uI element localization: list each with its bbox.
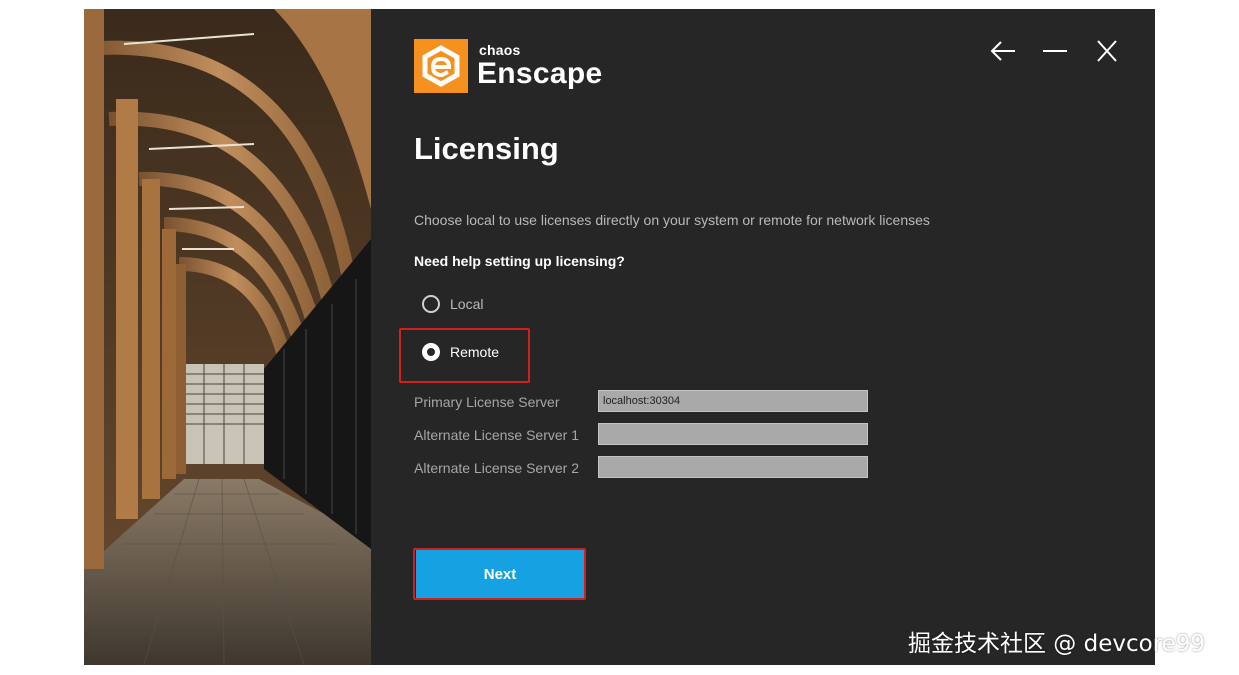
close-icon — [1092, 37, 1122, 65]
installer-window: chaos Enscape Licensing Choose local to … — [84, 9, 1155, 665]
watermark-text: 掘金技术社区 @ devcore99 — [908, 631, 1206, 657]
alternate-server-2-label: Alternate License Server 2 — [414, 460, 579, 476]
radio-local-label: Local — [450, 296, 484, 312]
primary-server-input[interactable] — [598, 390, 868, 412]
alternate-server-1-input[interactable] — [598, 423, 868, 445]
hallway-image — [84, 9, 371, 665]
brand-enscape-text: Enscape — [477, 57, 603, 90]
minimize-button[interactable] — [1040, 37, 1070, 65]
close-button[interactable] — [1092, 37, 1122, 65]
radio-local[interactable]: Local — [422, 291, 483, 317]
primary-server-label: Primary License Server — [414, 394, 560, 410]
minimize-icon — [1040, 37, 1070, 65]
radio-unchecked-icon[interactable] — [422, 295, 440, 313]
brand-chaos-text: chaos — [479, 42, 521, 58]
radio-remote[interactable]: Remote — [422, 339, 499, 365]
arrow-left-icon — [988, 37, 1018, 65]
radio-remote-label: Remote — [450, 344, 500, 360]
enscape-logo-icon — [414, 39, 468, 93]
licensing-panel: chaos Enscape Licensing Choose local to … — [371, 9, 1155, 665]
radio-checked-icon[interactable] — [422, 343, 440, 361]
page-description: Choose local to use licenses directly on… — [414, 212, 930, 228]
alternate-server-2-input[interactable] — [598, 456, 868, 478]
back-button[interactable] — [988, 37, 1018, 65]
next-button[interactable]: Next — [416, 550, 584, 598]
help-link[interactable]: Need help setting up licensing? — [414, 253, 625, 269]
page-title: Licensing — [414, 131, 559, 166]
alternate-server-1-label: Alternate License Server 1 — [414, 427, 579, 443]
